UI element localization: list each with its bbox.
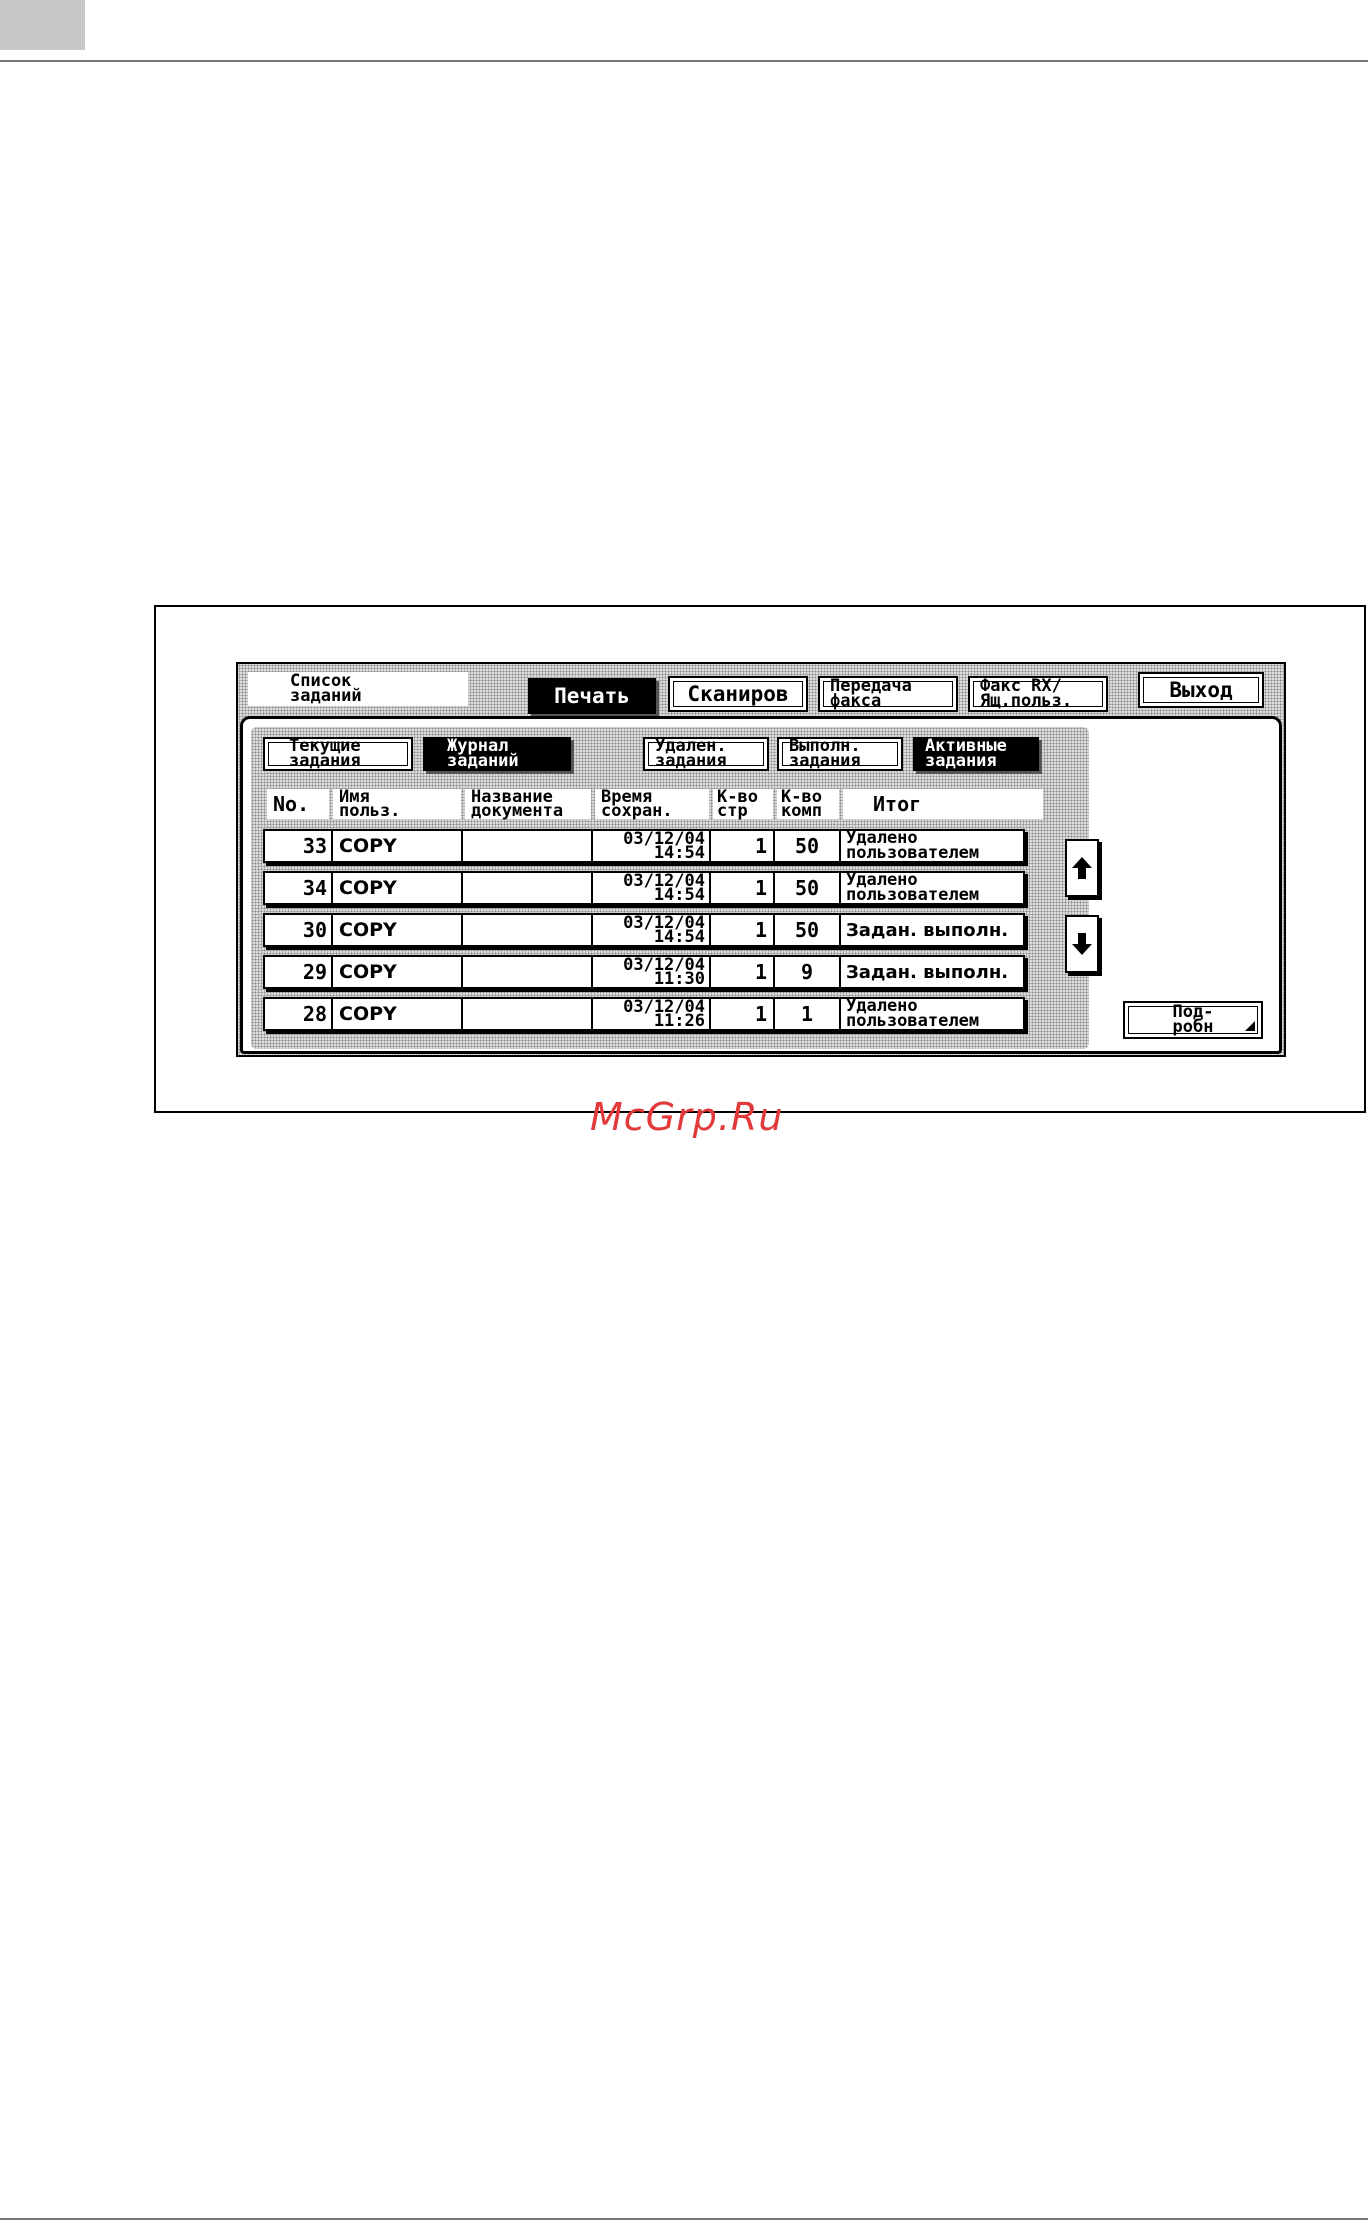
- page-corner-marker: [0, 0, 85, 50]
- table-row[interactable]: 29 COPY 03/12/04 11:30 1 9 Задан. выполн.: [263, 955, 1025, 989]
- cell-document: [463, 999, 593, 1029]
- cell-document: [463, 957, 593, 987]
- table-row[interactable]: 34 COPY 03/12/04 14:54 1 50 Удалено пользо…: [263, 871, 1025, 905]
- watermark-text: McGrp.Ru: [590, 1095, 784, 1139]
- cell-copies: 1: [775, 999, 841, 1029]
- cell-copies: 9: [775, 957, 841, 987]
- arrow-up-icon: [1072, 857, 1092, 879]
- arrow-down-icon: [1072, 933, 1092, 955]
- cell-time: 03/12/04 14:54: [593, 873, 711, 904]
- table-row[interactable]: 28 COPY 03/12/04 11:26 1 1 Удалено пользов…: [263, 997, 1025, 1031]
- cell-user: COPY: [333, 915, 463, 945]
- screen-title: Список заданий: [248, 672, 468, 706]
- tab-fax-tx[interactable]: Передача факса: [818, 676, 958, 712]
- tab-scan[interactable]: Сканиров: [668, 676, 808, 712]
- cell-result: Задан. выполн.: [846, 919, 1009, 941]
- scroll-down-button[interactable]: [1065, 915, 1099, 973]
- column-header-user: Имя польз.: [333, 789, 461, 820]
- table-row[interactable]: 33 COPY 03/12/04 14:54 1 50 Удалено пользо…: [263, 829, 1025, 863]
- cell-result: Задан. выполн.: [846, 961, 1009, 983]
- exit-button[interactable]: Выход: [1138, 672, 1264, 708]
- corner-triangle-icon: [1245, 1021, 1255, 1031]
- cell-document: [463, 873, 593, 903]
- job-list-screen: Список заданий Печать Сканиров Передача …: [236, 662, 1286, 1057]
- cell-document: [463, 915, 593, 945]
- cell-pages: 1: [711, 831, 775, 861]
- footer-rule: [0, 2218, 1368, 2220]
- tab-print[interactable]: Печать: [528, 678, 656, 714]
- filter-deleted-jobs[interactable]: Удален. задания: [643, 737, 769, 771]
- cell-document: [463, 831, 593, 861]
- tab-fax-rx[interactable]: Факс RX/ Ящ.польз.: [968, 676, 1108, 712]
- column-header-result: Итог: [843, 789, 1043, 819]
- cell-time: 03/12/04 14:54: [593, 831, 711, 862]
- cell-no: 34: [265, 873, 333, 903]
- column-header-pages: К-во стр: [713, 789, 773, 820]
- filter-active-jobs[interactable]: Активные задания: [913, 737, 1039, 771]
- job-log-panel: Текущие задания Журнал заданий Удален. з…: [240, 716, 1282, 1054]
- cell-time: 03/12/04 14:54: [593, 915, 711, 946]
- tab-job-log[interactable]: Журнал заданий: [423, 737, 571, 771]
- cell-result: Удалено пользователем: [846, 828, 980, 863]
- cell-pages: 1: [711, 915, 775, 945]
- column-header-no: No.: [267, 789, 329, 819]
- cell-no: 29: [265, 957, 333, 987]
- table-row[interactable]: 30 COPY 03/12/04 14:54 1 50 Задан. выполн…: [263, 913, 1025, 947]
- scroll-up-button[interactable]: [1065, 839, 1099, 897]
- tab-current-jobs[interactable]: Текущие задания: [263, 737, 413, 771]
- cell-copies: 50: [775, 915, 841, 945]
- cell-pages: 1: [711, 999, 775, 1029]
- cell-user: COPY: [333, 873, 463, 903]
- cell-pages: 1: [711, 873, 775, 903]
- cell-no: 28: [265, 999, 333, 1029]
- cell-copies: 50: [775, 873, 841, 903]
- header-rule: [0, 60, 1368, 62]
- cell-no: 33: [265, 831, 333, 861]
- column-header-document: Название документа: [465, 789, 591, 820]
- cell-result: Удалено пользователем: [846, 870, 980, 905]
- details-button[interactable]: Под- робн: [1123, 1001, 1263, 1039]
- cell-time: 03/12/04 11:26: [593, 999, 711, 1030]
- cell-user: COPY: [333, 957, 463, 987]
- column-header-copies: К-во комп: [777, 789, 839, 820]
- cell-no: 30: [265, 915, 333, 945]
- cell-result: Удалено пользователем: [846, 996, 980, 1031]
- cell-user: COPY: [333, 999, 463, 1029]
- column-header-time: Время сохран.: [595, 789, 709, 820]
- cell-copies: 50: [775, 831, 841, 861]
- cell-pages: 1: [711, 957, 775, 987]
- cell-user: COPY: [333, 831, 463, 861]
- cell-time: 03/12/04 11:30: [593, 957, 711, 988]
- filter-finished-jobs[interactable]: Выполн. задания: [777, 737, 903, 771]
